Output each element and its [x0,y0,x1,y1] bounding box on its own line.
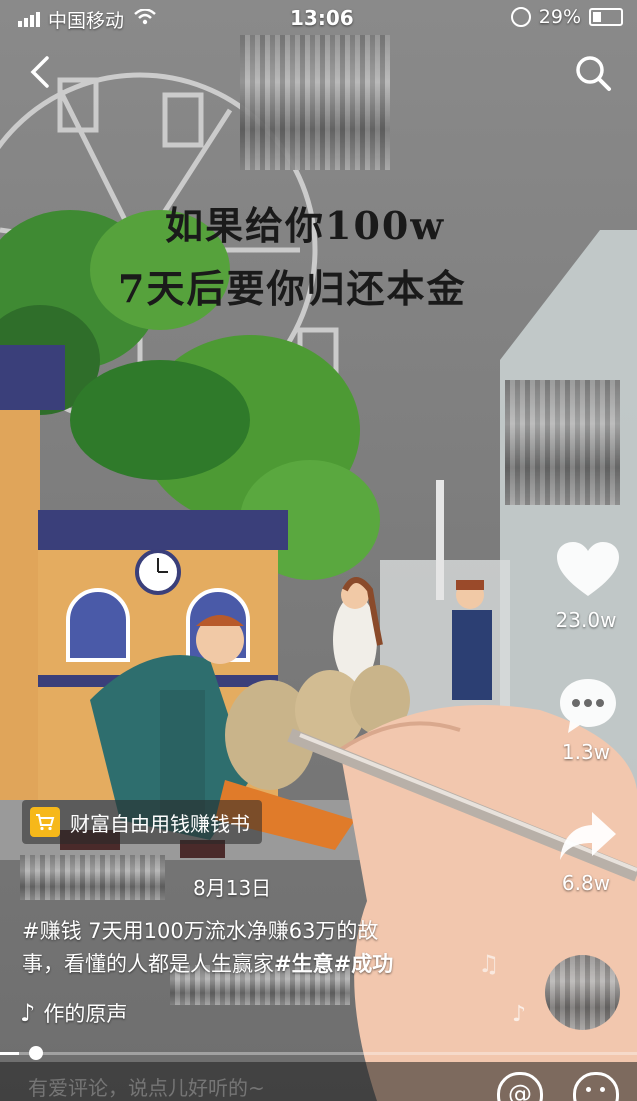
music-title: 作的原声 [43,1002,128,1026]
carrier-label: 中国移动 [48,10,125,32]
mention-icon[interactable]: @ [497,1072,543,1101]
signal-icon [18,12,40,27]
search-icon [576,56,611,91]
hashtag-2[interactable]: #成功 [334,952,394,976]
share-arrow-icon [560,812,616,860]
wifi-icon [134,8,156,30]
blurred-avatar[interactable] [505,380,620,505]
heart-icon [557,542,619,596]
status-bar-right: 29% [510,6,623,28]
video-caption-line2: 7天后要你归还本金 [118,266,467,311]
blurred-author-name[interactable] [20,855,165,900]
video-screen[interactable]: 中国移动 13:06 29% 如果给你100w 7天后要你归还本金 23.0w … [0,0,637,1101]
music-row[interactable]: ♪ 作的原声 [20,998,127,1028]
blurred-logo [240,35,390,170]
battery-percent: 29% [538,6,581,28]
progress-knob[interactable] [29,1046,44,1060]
chevron-left-icon [30,56,49,88]
product-tag[interactable]: 财富自由用钱赚钱书 [22,800,262,844]
progress-fill [0,1052,20,1055]
share-count: 6.8w [561,871,611,895]
status-bar-left: 中国移动 [18,6,156,33]
like-button[interactable] [553,540,623,604]
description-line-2: 事，看懂的人都是人生赢家#生意#成功 [22,948,492,981]
post-description: #赚钱 7天用100万流水净赚63万的故 事，看懂的人都是人生赢家#生意#成功 [22,915,492,981]
like-count: 23.0w [555,608,617,632]
comment-icon [560,679,616,733]
product-tag-label: 财富自由用钱赚钱书 [70,811,250,836]
share-button[interactable] [556,808,620,868]
battery-icon [589,8,623,26]
progress-track[interactable] [0,1052,637,1055]
comment-input[interactable] [26,1072,450,1101]
post-date: 8月13日 [193,876,272,900]
search-button[interactable] [572,52,614,94]
description-line-1: #赚钱 7天用100万流水净赚63万的故 [22,919,379,943]
shopping-cart-icon [30,807,60,837]
clock: 13:06 [290,6,354,30]
music-note-small-icon: ♪ [512,1002,527,1027]
comment-count: 1.3w [561,740,611,764]
comment-bar: @ [0,1062,637,1101]
emoji-icon[interactable] [573,1072,619,1101]
comment-button[interactable] [556,675,620,739]
back-button[interactable] [25,52,57,92]
music-disc[interactable] [545,955,620,1030]
description-line-2-text: 事，看懂的人都是人生赢家 [22,952,274,976]
video-caption-line1: 如果给你100w [165,203,446,248]
music-note-icon: ♫ [478,950,500,978]
rotation-lock-icon [510,7,531,27]
hashtag-1[interactable]: #生意 [274,952,334,976]
tiktok-note-icon: ♪ [20,999,36,1027]
